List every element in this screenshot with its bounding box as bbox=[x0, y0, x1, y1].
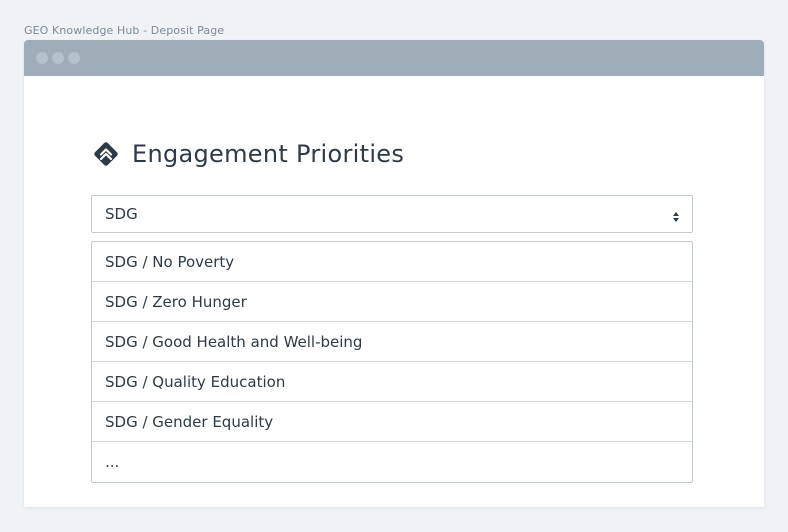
sort-arrows-icon bbox=[672, 208, 680, 222]
window-dot-3 bbox=[68, 52, 80, 64]
diamond-chevrons-up-icon bbox=[92, 140, 120, 168]
options-list: SDG / No Poverty SDG / Zero Hunger SDG /… bbox=[91, 241, 693, 483]
window-dot-1 bbox=[36, 52, 48, 64]
browser-window: Engagement Priorities SDG SDG / No Pover… bbox=[24, 40, 764, 507]
option-gender-equality[interactable]: SDG / Gender Equality bbox=[92, 402, 692, 442]
engagement-priority-select[interactable]: SDG bbox=[91, 195, 693, 233]
select-value: SDG bbox=[105, 205, 138, 223]
option-good-health[interactable]: SDG / Good Health and Well-being bbox=[92, 322, 692, 362]
option-no-poverty[interactable]: SDG / No Poverty bbox=[92, 242, 692, 282]
section-title: Engagement Priorities bbox=[132, 140, 405, 168]
window-dot-2 bbox=[52, 52, 64, 64]
option-more[interactable]: ... bbox=[92, 442, 692, 482]
option-zero-hunger[interactable]: SDG / Zero Hunger bbox=[92, 282, 692, 322]
option-quality-education[interactable]: SDG / Quality Education bbox=[92, 362, 692, 402]
page-caption: GEO Knowledge Hub - Deposit Page bbox=[24, 24, 225, 37]
window-titlebar bbox=[24, 40, 764, 76]
section-heading: Engagement Priorities bbox=[92, 138, 404, 170]
